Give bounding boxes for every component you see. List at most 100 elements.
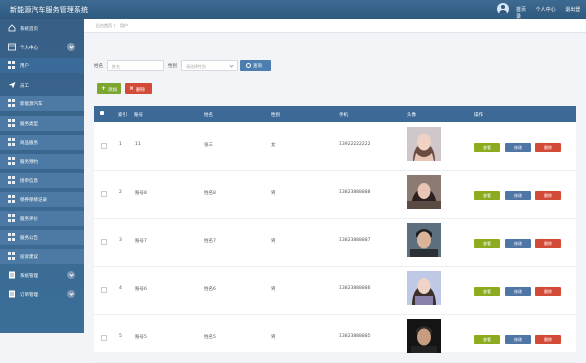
sidebar-item-vehicles[interactable]: 新能源汽车 [0, 96, 84, 111]
avatar-photo [407, 175, 441, 209]
top-header: 新能源汽车服务管理系统 首页 个人中心 退出登录 [0, 0, 586, 20]
sidebar-item-system-management[interactable]: 系统管理 [0, 268, 84, 283]
delete-button[interactable]: 删除 [535, 239, 561, 248]
cell-gender: 男 [271, 287, 276, 292]
app-title: 新能源汽车服务管理系统 [10, 6, 89, 14]
view-button[interactable]: 查看 [474, 335, 500, 344]
sidebar-item-reviews[interactable]: 服务评价 [0, 211, 84, 226]
select-all-checkbox[interactable] [100, 111, 104, 115]
avatar-photo [407, 319, 441, 353]
delete-button[interactable]: 删除 [535, 191, 561, 200]
column-header-gender: 性别 [271, 113, 280, 118]
sidebar-item-product-services[interactable]: 商品服务 [0, 135, 84, 150]
grid-icon [8, 138, 16, 146]
cell-phone: 13823888888 [339, 190, 371, 195]
query-button[interactable]: 查询 [240, 60, 271, 71]
sidebar-item-label: 接单信息 [20, 179, 38, 184]
view-button[interactable]: 查看 [474, 287, 500, 296]
name-search-input[interactable]: 姓名 [107, 60, 164, 71]
user-avatar-icon[interactable] [497, 3, 509, 15]
header-links: 首页 个人中心 退出登录 [516, 6, 586, 20]
sidebar-item-orders-taken[interactable]: 接单信息 [0, 173, 84, 188]
sidebar-item-maintenance-records[interactable]: 保养保修记录 [0, 192, 84, 207]
cell-gender: 男 [271, 335, 276, 340]
column-header-actions: 操作 [474, 113, 483, 118]
main-content: 后台首页 / 用户 姓名 姓名 性别 请选择性别 查询 + 添加 × 删除 索引… [84, 19, 586, 363]
cell-name: 姓名8 [204, 191, 216, 196]
sidebar: 系统首页 个人中心 用户 员工 新能源汽车 服务类型 商品服务 服务预约 接单信… [0, 19, 84, 333]
sidebar-item-label: 保养保修记录 [20, 198, 47, 203]
sidebar-item-users[interactable]: 用户 [0, 58, 84, 73]
column-header-phone: 手机 [339, 113, 348, 118]
grid-icon [8, 157, 16, 165]
column-header-avatar: 头像 [407, 113, 416, 118]
users-table: 索引 账号 姓名 性别 手机 头像 操作 1 11 张三 女 139222222… [94, 106, 576, 363]
sidebar-item-profile[interactable]: 个人中心 [0, 40, 84, 55]
sidebar-item-order-management[interactable]: 订单管理 [0, 287, 84, 302]
row-checkbox[interactable] [101, 143, 107, 149]
row-checkbox[interactable] [101, 239, 107, 245]
sidebar-item-label: 服务评价 [20, 217, 38, 222]
gender-select[interactable]: 请选择性别 [181, 60, 238, 71]
chevron-down-icon [229, 63, 234, 68]
header-link-home[interactable]: 首页 [516, 7, 526, 13]
chevron-down-icon [67, 290, 75, 298]
cell-index: 2 [119, 190, 122, 195]
add-button-label: 添加 [108, 87, 117, 93]
sidebar-item-complaints[interactable]: 投诉建议 [0, 249, 84, 264]
gender-label: 性别 [168, 64, 177, 69]
cell-gender: 男 [271, 239, 276, 244]
sidebar-item-home[interactable]: 系统首页 [0, 21, 84, 36]
grid-icon [8, 99, 16, 107]
plus-icon: + [101, 85, 107, 92]
cell-name: 姓名5 [204, 335, 216, 340]
edit-button[interactable]: 修改 [505, 191, 531, 200]
grid-icon [8, 195, 16, 203]
cell-gender: 女 [271, 143, 276, 148]
edit-button[interactable]: 修改 [505, 287, 531, 296]
cell-phone: 13823888887 [339, 238, 371, 243]
delete-button[interactable]: 删除 [535, 143, 561, 152]
sidebar-item-label: 系统管理 [20, 274, 38, 279]
sidebar-item-label: 用户 [20, 64, 29, 69]
delete-button[interactable]: 删除 [535, 287, 561, 296]
cell-index: 5 [119, 334, 122, 339]
view-button[interactable]: 查看 [474, 191, 500, 200]
cell-name: 姓名6 [204, 287, 216, 292]
sidebar-item-staff[interactable]: 员工 [0, 78, 84, 93]
doc-icon [9, 271, 15, 279]
chevron-down-icon [67, 271, 75, 279]
cell-account: 账号7 [135, 239, 147, 244]
cell-index: 4 [119, 286, 122, 291]
sidebar-item-announcements[interactable]: 服务公告 [0, 230, 84, 245]
add-button[interactable]: + 添加 [97, 83, 121, 94]
table-row: 2 账号8 姓名8 男 13823888888 查看 修改 删除 [94, 170, 576, 219]
cell-account: 账号8 [135, 191, 147, 196]
sidebar-item-label: 服务公告 [20, 236, 38, 241]
table-row: 4 账号6 姓名6 男 13823888886 查看 修改 删除 [94, 266, 576, 315]
breadcrumb-home[interactable]: 后台首页 [96, 23, 112, 29]
sidebar-item-service-types[interactable]: 服务类型 [0, 116, 84, 131]
view-button[interactable]: 查看 [474, 239, 500, 248]
view-button[interactable]: 查看 [474, 143, 500, 152]
row-checkbox[interactable] [101, 335, 107, 341]
user-card-icon [8, 43, 16, 51]
sidebar-item-label: 员工 [20, 84, 29, 89]
row-checkbox[interactable] [101, 191, 107, 197]
chevron-down-icon [67, 43, 75, 51]
batch-delete-button[interactable]: × 删除 [125, 83, 152, 94]
grid-icon [8, 214, 16, 222]
grid-icon [8, 119, 16, 127]
header-link-profile[interactable]: 个人中心 [536, 7, 556, 13]
edit-button[interactable]: 修改 [505, 143, 531, 152]
cell-index: 1 [119, 142, 122, 147]
edit-button[interactable]: 修改 [505, 239, 531, 248]
delete-button[interactable]: 删除 [535, 335, 561, 344]
sidebar-item-appointments[interactable]: 服务预约 [0, 154, 84, 169]
avatar-photo [407, 271, 441, 305]
row-checkbox[interactable] [101, 287, 107, 293]
cell-phone: 13823888885 [339, 334, 371, 339]
edit-button[interactable]: 修改 [505, 335, 531, 344]
name-label: 姓名 [94, 64, 103, 69]
close-icon: × [129, 85, 135, 92]
